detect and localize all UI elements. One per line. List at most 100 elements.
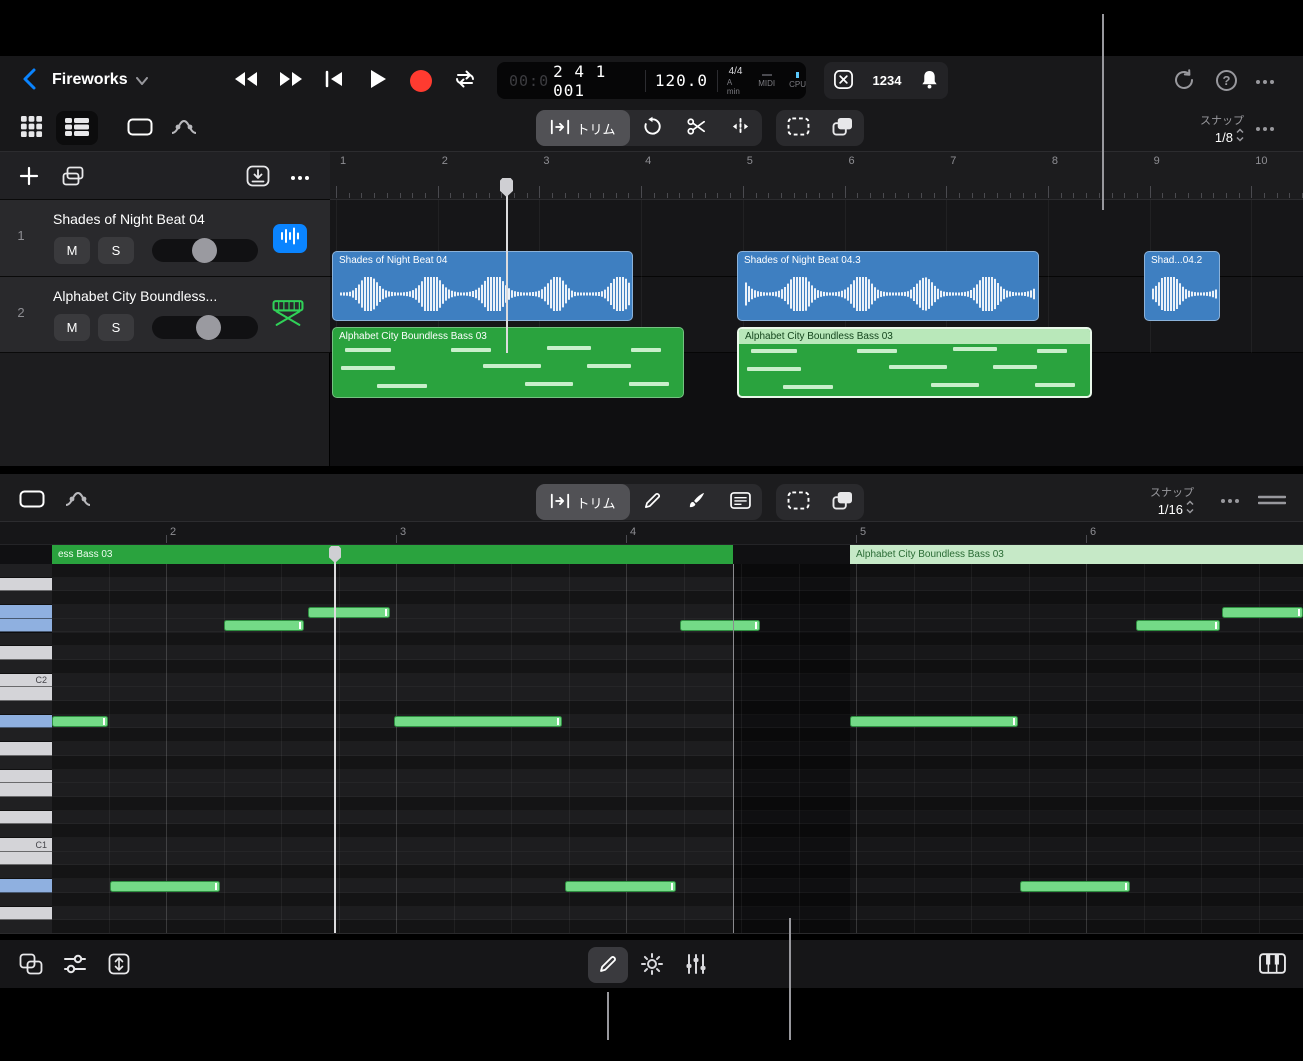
automation-mode-button[interactable]: [166, 113, 202, 143]
midi-note[interactable]: [224, 620, 304, 631]
piano-key[interactable]: [0, 728, 52, 742]
midi-region[interactable]: Alphabet City Boundless Bass 03: [332, 327, 684, 398]
piano-key[interactable]: [0, 865, 52, 879]
piano-key[interactable]: [0, 578, 52, 592]
note-resize-handle[interactable]: [1298, 609, 1300, 616]
mute-button[interactable]: M: [54, 314, 90, 341]
velocity-dial-button[interactable]: [638, 951, 666, 979]
piano-key[interactable]: [0, 811, 52, 825]
note-controls-button[interactable]: [60, 951, 90, 979]
velocity-range-button[interactable]: [104, 951, 134, 979]
note-resize-handle[interactable]: [385, 609, 387, 616]
editor-bar-ruler[interactable]: 23456: [0, 522, 1303, 545]
count-in-off-button[interactable]: [833, 69, 854, 93]
editor-automation-button[interactable]: [60, 485, 96, 515]
piano-key[interactable]: [0, 633, 52, 647]
note-resize-handle[interactable]: [1215, 622, 1217, 629]
midi-note[interactable]: [52, 716, 108, 727]
editor-paste-tool-button[interactable]: [820, 484, 864, 520]
editor-regions-mode-button[interactable]: [14, 485, 50, 515]
note-resize-handle[interactable]: [103, 718, 105, 725]
go-to-beginning-button[interactable]: [322, 70, 346, 90]
track-row[interactable]: 2 Alphabet City Boundless... M S: [0, 277, 330, 354]
trim-tool-button[interactable]: トリム: [536, 110, 630, 146]
slider-knob[interactable]: [192, 238, 217, 263]
history-button[interactable]: [1172, 69, 1196, 93]
midi-note[interactable]: [565, 881, 676, 892]
play-button[interactable]: [367, 69, 389, 91]
pencil-mode-button[interactable]: [588, 947, 628, 983]
loop-tool-button[interactable]: [630, 110, 674, 146]
pencil-tool-button[interactable]: [630, 484, 674, 520]
midi-note[interactable]: [1020, 881, 1130, 892]
midi-note[interactable]: [110, 881, 220, 892]
brush-tool-button[interactable]: [674, 484, 718, 520]
audio-region[interactable]: Shad...04.2: [1144, 251, 1220, 321]
help-button[interactable]: ?: [1216, 70, 1237, 91]
note-resize-handle[interactable]: [755, 622, 757, 629]
event-list-button[interactable]: [718, 484, 762, 520]
marquee-tool-button[interactable]: [776, 110, 820, 146]
note-resize-handle[interactable]: [1125, 883, 1127, 890]
piano-key[interactable]: [0, 619, 52, 633]
record-button[interactable]: [409, 69, 433, 93]
note-resize-handle[interactable]: [1013, 718, 1015, 725]
solo-button[interactable]: S: [98, 314, 134, 341]
piano-key[interactable]: C2: [0, 674, 52, 688]
editor-trim-tool-button[interactable]: トリム: [536, 484, 630, 520]
midi-note[interactable]: [1222, 607, 1303, 618]
editor-more-button[interactable]: [1218, 488, 1242, 512]
editor-snap-control[interactable]: スナップ 1/16: [1100, 484, 1194, 519]
piano-key[interactable]: [0, 770, 52, 784]
piano-key[interactable]: [0, 920, 52, 934]
patterns-button[interactable]: [16, 951, 46, 979]
more-options-button[interactable]: [1253, 69, 1277, 93]
rewind-button[interactable]: [231, 70, 261, 90]
split-at-playhead-button[interactable]: [718, 110, 762, 146]
midi-note[interactable]: [680, 620, 760, 631]
tracks-view-button[interactable]: [56, 111, 98, 145]
volume-slider[interactable]: [152, 239, 258, 262]
midi-note[interactable]: [308, 607, 390, 618]
volume-slider[interactable]: [152, 316, 258, 339]
piano-roll-editor[interactable]: 23456 ess Bass 03 Alphabet City Boundless…: [0, 522, 1303, 934]
browser-button[interactable]: [14, 113, 48, 143]
piano-key[interactable]: [0, 605, 52, 619]
piano-key[interactable]: [0, 742, 52, 756]
piano-key[interactable]: [0, 701, 52, 715]
note-resize-handle[interactable]: [557, 718, 559, 725]
count-in-button[interactable]: 1234: [873, 73, 902, 88]
audio-region[interactable]: Shades of Night Beat 04.3: [737, 251, 1039, 321]
editor-region-strip[interactable]: Alphabet City Boundless Bass 03: [850, 545, 1303, 564]
editor-resize-handle[interactable]: [1256, 488, 1288, 512]
piano-key[interactable]: C1: [0, 838, 52, 852]
arrange-area[interactable]: 12345678910 Shades of Night Beat 04Shade…: [330, 152, 1303, 466]
project-menu[interactable]: Fireworks: [52, 66, 148, 94]
onscreen-keyboard-button[interactable]: [1256, 951, 1288, 979]
piano-key[interactable]: [0, 715, 52, 729]
import-button[interactable]: [244, 164, 272, 190]
note-resize-handle[interactable]: [671, 883, 673, 890]
piano-key[interactable]: [0, 852, 52, 866]
cycle-button[interactable]: [451, 69, 479, 91]
piano-key[interactable]: [0, 797, 52, 811]
piano-key[interactable]: [0, 824, 52, 838]
piano-key[interactable]: [0, 591, 52, 605]
track-row[interactable]: 1 Shades of Night Beat 04 M S: [0, 200, 330, 277]
editor-region-strip[interactable]: ess Bass 03: [52, 545, 733, 564]
midi-note[interactable]: [1136, 620, 1220, 631]
midi-track-badge[interactable]: [268, 297, 308, 333]
track-panel-more-button[interactable]: [288, 164, 312, 190]
piano-key[interactable]: [0, 646, 52, 660]
regions-mode-button[interactable]: [122, 113, 158, 143]
midi-region[interactable]: Alphabet City Boundless Bass 03: [737, 327, 1092, 398]
midi-note[interactable]: [394, 716, 562, 727]
piano-key[interactable]: [0, 907, 52, 921]
note-grid[interactable]: [52, 564, 1303, 934]
piano-key[interactable]: [0, 660, 52, 674]
lcd-display[interactable]: 00:0 2 4 1 001 120.0 4/4A min MIDI CPU: [497, 62, 806, 99]
note-resize-handle[interactable]: [299, 622, 301, 629]
toolbar-more-button[interactable]: [1253, 116, 1277, 140]
mixer-button[interactable]: [682, 951, 710, 979]
piano-key[interactable]: [0, 564, 52, 578]
